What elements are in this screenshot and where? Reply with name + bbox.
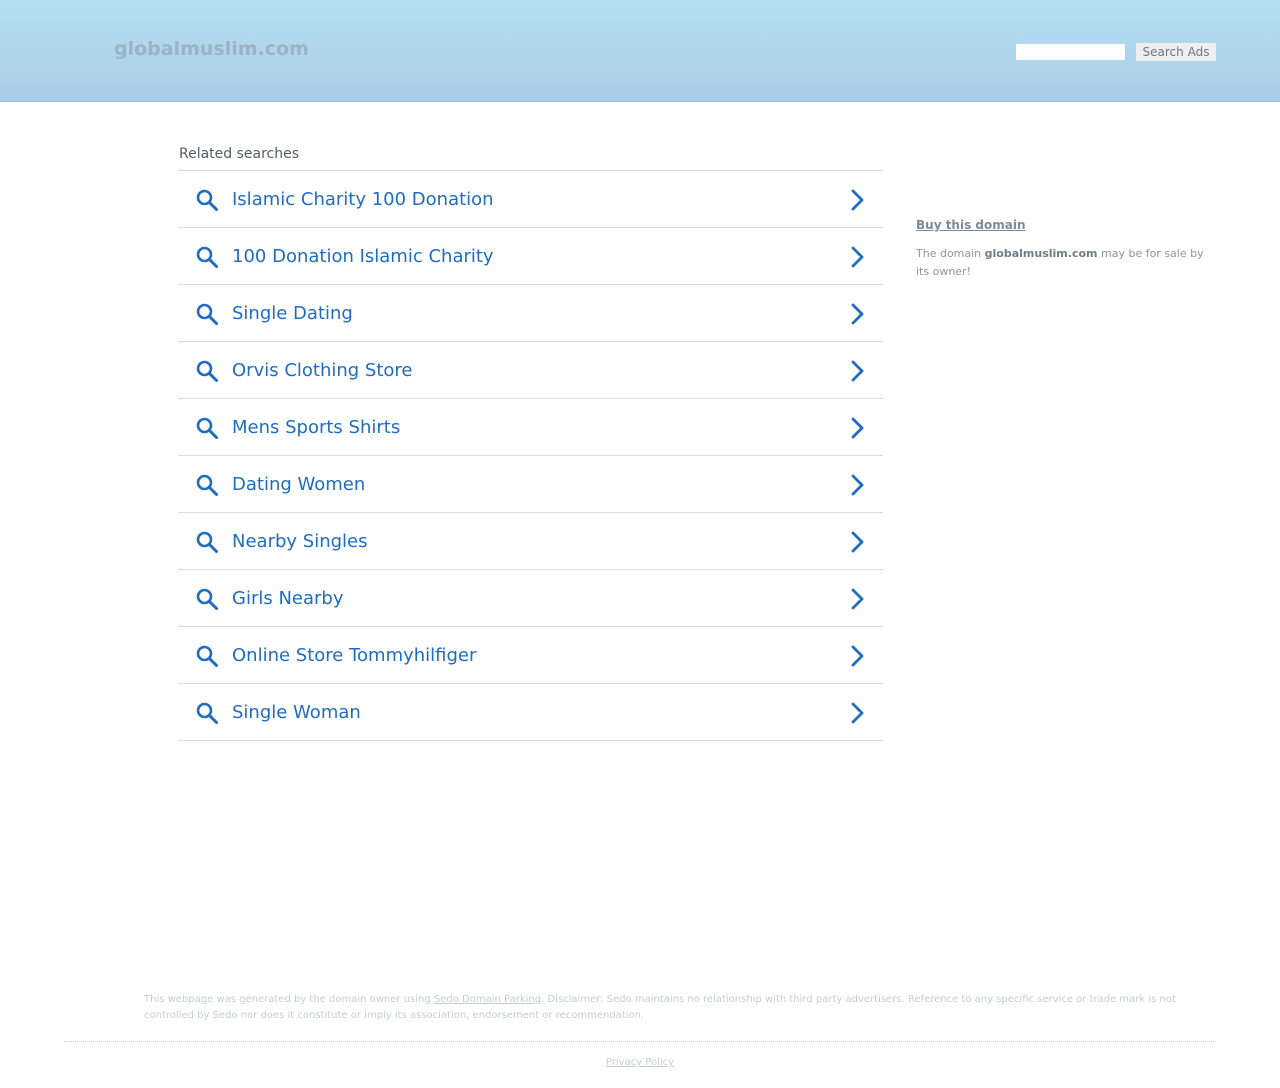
chevron-right-icon [851, 474, 864, 496]
chevron-right-icon [851, 417, 864, 439]
search-icon [196, 702, 218, 724]
chevron-right-icon [851, 588, 864, 610]
related-search-item[interactable]: Orvis Clothing Store [178, 342, 883, 399]
chevron-right-icon [851, 189, 864, 211]
search-ads-button[interactable]: Search Ads [1136, 43, 1216, 61]
search-icon [196, 246, 218, 268]
search-icon [196, 189, 218, 211]
related-search-item[interactable]: Mens Sports Shirts [178, 399, 883, 456]
related-search-label: Single Woman [232, 702, 361, 723]
disclaimer-prefix: This webpage was generated by the domain… [144, 994, 434, 1005]
related-search-item[interactable]: 100 Donation Islamic Charity [178, 228, 883, 285]
buy-domain-link[interactable]: Buy this domain [916, 218, 1026, 232]
chevron-right-icon [851, 645, 864, 667]
privacy-policy-link[interactable]: Privacy Policy [606, 1057, 674, 1068]
search-icon [196, 360, 218, 382]
chevron-right-icon [851, 531, 864, 553]
header-bar: globalmuslim.com Search Ads [0, 0, 1280, 102]
related-search-item[interactable]: Nearby Singles [178, 513, 883, 570]
related-search-label: 100 Donation Islamic Charity [232, 246, 494, 267]
domain-sale-text: The domain globalmuslim.com may be for s… [916, 245, 1216, 281]
privacy-footer: Privacy Policy [0, 1057, 1280, 1068]
chevron-right-icon [851, 702, 864, 724]
related-search-label: Islamic Charity 100 Donation [232, 189, 494, 210]
related-search-item[interactable]: Islamic Charity 100 Donation [178, 171, 883, 228]
related-search-item[interactable]: Online Store Tommyhilfiger [178, 627, 883, 684]
search-icon [196, 531, 218, 553]
chevron-right-icon [851, 246, 864, 268]
related-search-label: Dating Women [232, 474, 366, 495]
related-searches-heading: Related searches [179, 146, 300, 162]
search-icon [196, 303, 218, 325]
related-search-label: Online Store Tommyhilfiger [232, 645, 477, 666]
search-icon [196, 474, 218, 496]
related-search-item[interactable]: Single Woman [178, 684, 883, 741]
search-icon [196, 645, 218, 667]
chevron-right-icon [851, 360, 864, 382]
related-search-item[interactable]: Dating Women [178, 456, 883, 513]
chevron-right-icon [851, 303, 864, 325]
related-search-item[interactable]: Girls Nearby [178, 570, 883, 627]
related-search-item[interactable]: Single Dating [178, 285, 883, 342]
related-search-label: Mens Sports Shirts [232, 417, 401, 438]
disclaimer-text: This webpage was generated by the domain… [144, 992, 1184, 1024]
search-icon [196, 588, 218, 610]
related-search-label: Single Dating [232, 303, 353, 324]
sedo-parking-link[interactable]: Sedo Domain Parking [434, 994, 541, 1005]
related-searches-list: Islamic Charity 100 Donation 100 Donation… [178, 170, 883, 741]
search-input[interactable] [1016, 44, 1125, 60]
related-search-label: Nearby Singles [232, 531, 368, 552]
search-icon [196, 417, 218, 439]
related-search-label: Orvis Clothing Store [232, 360, 413, 381]
footer-divider [64, 1041, 1216, 1042]
related-search-label: Girls Nearby [232, 588, 344, 609]
sale-domain: globalmuslim.com [984, 247, 1098, 260]
domain-title[interactable]: globalmuslim.com [114, 38, 309, 60]
sale-prefix: The domain [916, 247, 985, 260]
